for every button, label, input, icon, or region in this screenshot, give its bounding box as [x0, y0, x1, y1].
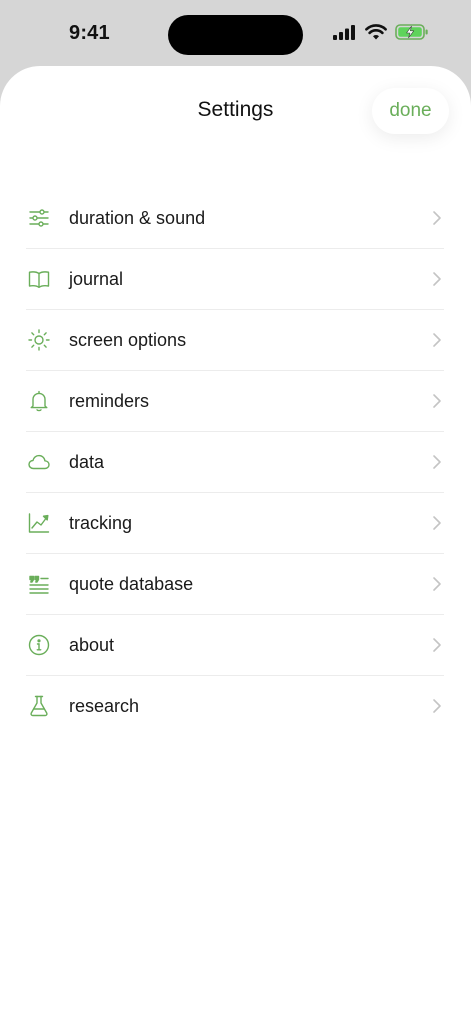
menu-item-label: research — [69, 695, 140, 716]
settings-menu: duration & sound journal screen options … — [26, 188, 444, 736]
menu-item-journal[interactable]: journal — [26, 249, 444, 310]
cloud-icon — [26, 449, 52, 475]
flask-icon — [26, 693, 52, 719]
sun-icon — [26, 327, 52, 353]
cellular-signal-icon — [333, 25, 355, 40]
menu-item-about[interactable]: about — [26, 615, 444, 676]
book-icon — [26, 266, 52, 292]
menu-item-quote-database[interactable]: quote database — [26, 554, 444, 615]
done-button[interactable]: done — [372, 88, 449, 134]
chevron-right-icon — [432, 454, 442, 470]
menu-item-label: quote database — [69, 573, 194, 594]
dynamic-island — [168, 15, 303, 55]
menu-item-label: tracking — [69, 512, 133, 533]
status-icons — [333, 24, 429, 40]
menu-item-data[interactable]: data — [26, 432, 444, 493]
battery-charging-icon — [395, 24, 428, 40]
sliders-icon — [26, 205, 52, 231]
chevron-right-icon — [432, 210, 442, 226]
chevron-right-icon — [432, 393, 442, 409]
bell-icon — [26, 388, 52, 414]
trend-chart-icon — [26, 510, 52, 536]
menu-item-reminders[interactable]: reminders — [26, 371, 444, 432]
menu-item-tracking[interactable]: tracking — [26, 493, 444, 554]
status-time: 9:41 — [69, 22, 110, 44]
menu-item-label: about — [69, 634, 115, 655]
menu-item-label: reminders — [69, 390, 150, 411]
status-bar: 9:41 — [0, 0, 471, 66]
menu-item-label: journal — [69, 268, 124, 289]
chevron-right-icon — [432, 637, 442, 653]
menu-item-label: data — [69, 451, 105, 472]
settings-sheet: Settings done duration & sound journal s… — [0, 66, 471, 1024]
menu-item-duration-sound[interactable]: duration & sound — [26, 188, 444, 249]
menu-item-label: screen options — [69, 329, 187, 350]
chevron-right-icon — [432, 698, 442, 714]
chevron-right-icon — [432, 332, 442, 348]
info-icon — [26, 632, 52, 658]
menu-item-screen-options[interactable]: screen options — [26, 310, 444, 371]
menu-item-research[interactable]: research — [26, 676, 444, 736]
wifi-icon — [365, 24, 387, 40]
chevron-right-icon — [432, 271, 442, 287]
chevron-right-icon — [432, 515, 442, 531]
chevron-right-icon — [432, 576, 442, 592]
menu-item-label: duration & sound — [69, 207, 206, 228]
quote-list-icon — [26, 571, 52, 597]
